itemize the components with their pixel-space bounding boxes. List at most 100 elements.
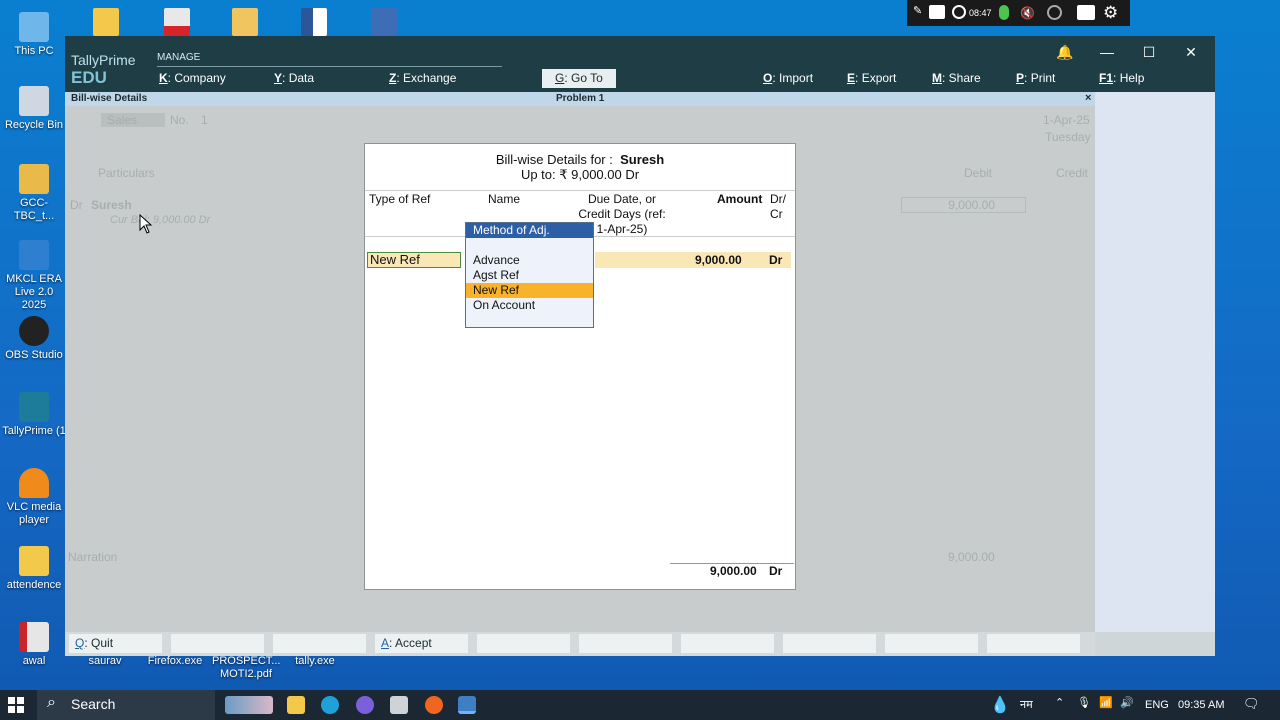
amount-header: Amount [717, 192, 763, 206]
menu-help[interactable]: F1: Help [1099, 71, 1144, 85]
option-on-account[interactable]: On Account [466, 298, 593, 313]
desktop-icon-label: This PC [14, 45, 54, 57]
close-screen-button[interactable]: × [1085, 92, 1091, 104]
desktop-icon-label: GCC-TBC_t... [13, 197, 55, 222]
voucher-background: Sales No. 1 1-Apr-25 Tuesday Particulars… [65, 106, 1095, 632]
taskbar-search-box[interactable]: ⌕ Search [37, 690, 215, 720]
camera-icon[interactable] [929, 5, 945, 19]
desktop-icon-label: OBS Studio [5, 349, 63, 361]
desktop-label-firefox[interactable]: Firefox.exe [142, 655, 208, 668]
desktop-icon-this-pc[interactable]: This PC [1, 12, 67, 58]
desktop-icon-recycle-bin[interactable]: Recycle Bin [1, 86, 67, 132]
remote-app-icon[interactable] [371, 8, 397, 36]
edge-browser-icon[interactable] [321, 696, 339, 714]
tally-taskbar-icon[interactable] [458, 696, 476, 714]
desktop-icon-tallyprime[interactable]: TallyPrime (1 [1, 392, 67, 438]
maximize-button[interactable]: ☐ [1139, 44, 1159, 60]
folder-icon[interactable] [93, 8, 119, 36]
empty-button [477, 634, 570, 653]
word-doc-icon[interactable] [301, 8, 327, 36]
option-new-ref[interactable]: New Ref [466, 283, 593, 298]
screen-title: Bill-wise Details [71, 93, 148, 104]
language-indicator[interactable]: ENG [1145, 699, 1169, 711]
microphone-icon[interactable] [999, 5, 1009, 20]
record-icon[interactable] [952, 5, 966, 19]
desktop-icon-attendence[interactable]: attendence [1, 546, 67, 592]
file-explorer-icon[interactable] [287, 696, 305, 714]
company-title: Problem 1 [556, 93, 605, 104]
empty-button [579, 634, 672, 653]
brand-edition: EDU [71, 68, 107, 87]
empty-button [681, 634, 774, 653]
recycle-bin-icon [19, 86, 49, 116]
quit-button[interactable]: Q: Quit [69, 634, 162, 653]
menu-share[interactable]: M: Share [932, 71, 981, 85]
desktop-icon-mkcl[interactable]: MKCL ERA Live 2.0 2025 [1, 240, 67, 312]
desktop-label-tally[interactable]: tally.exe [282, 655, 348, 668]
computer-icon [19, 12, 49, 42]
wifi-icon[interactable]: 📶 [1099, 696, 1113, 709]
voucher-no-label: No. [170, 113, 189, 127]
obs-icon [19, 316, 49, 346]
window-icon[interactable] [1077, 5, 1095, 20]
menu-company[interactable]: K: Company [159, 71, 226, 85]
volume-icon[interactable]: 🔊 [1120, 696, 1134, 709]
notification-bell-icon[interactable]: 🔔 [1055, 44, 1075, 60]
narration-label: Narration [68, 550, 118, 564]
copilot-icon[interactable] [356, 696, 374, 714]
desktop-icon-vlc[interactable]: VLC media player [1, 468, 67, 527]
drcr-header: Dr/ Cr [770, 192, 786, 221]
option-advance[interactable]: Advance [466, 253, 593, 268]
clock-time[interactable]: 09:35 AM [1178, 699, 1224, 711]
search-icon: ⌕ [47, 694, 56, 711]
settings-gear-icon[interactable]: ⚙ [1103, 3, 1118, 23]
minimize-button[interactable]: — [1097, 44, 1117, 60]
pdf-icon[interactable] [164, 8, 190, 36]
firefox-icon[interactable] [425, 696, 443, 714]
edit-icon[interactable]: ✎ [913, 4, 927, 20]
tallyprime-icon [19, 392, 49, 422]
accept-button[interactable]: A: Accept [375, 634, 468, 653]
popup-title: Method of Adj. [466, 223, 593, 238]
webcam-icon[interactable] [1047, 5, 1062, 20]
desktop-label-saurav[interactable]: saurav [72, 655, 138, 668]
party-name: Suresh [620, 152, 665, 167]
empty-button [273, 634, 366, 653]
menu-import[interactable]: O: Import [763, 71, 813, 85]
menu-goto[interactable]: G: Go To [542, 69, 616, 88]
printer-app-icon[interactable] [390, 696, 408, 714]
option-agst-ref[interactable]: Agst Ref [466, 268, 593, 283]
chevron-up-icon[interactable]: ⌃ [1055, 696, 1064, 709]
desktop-icon-label: awal [22, 655, 46, 667]
windows-start-icon[interactable] [8, 697, 24, 713]
desktop-icon-awal[interactable]: awal [1, 622, 67, 668]
microphone-tray-icon[interactable]: 🎙 [1077, 696, 1091, 709]
speaker-muted-icon[interactable]: 🔇 [1020, 6, 1035, 20]
notifications-icon[interactable]: 🗨 [1243, 696, 1260, 712]
close-window-button[interactable]: ✕ [1181, 44, 1201, 60]
desktop-icon-label: TallyPrime (1 [2, 425, 66, 437]
water-drop-icon[interactable]: 💧 [990, 695, 1010, 715]
search-highlight-icon[interactable] [225, 696, 273, 714]
desktop-label-prospect[interactable]: PROSPECT... MOTI2.pdf [212, 655, 280, 681]
menu-data[interactable]: Y: Data [274, 71, 314, 85]
total-drcr: Dr [769, 564, 783, 578]
menu-exchange[interactable]: Z: Exchange [389, 71, 456, 85]
type-of-ref-input[interactable]: New Ref [367, 252, 461, 268]
desktop-icon-gcc[interactable]: GCC-TBC_t... [1, 164, 67, 223]
voucher-type: Sales [101, 113, 166, 127]
menu-print[interactable]: P: Print [1016, 71, 1055, 85]
mouse-cursor-icon [139, 214, 153, 234]
desktop-icon-label: attendence [6, 579, 62, 591]
user-app-icon[interactable] [232, 8, 258, 36]
tally-title-bar: TallyPrime EDU MANAGE K: Company Y: Data… [65, 36, 1215, 92]
bill-drcr[interactable]: Dr [769, 253, 782, 267]
tally-window: TallyPrime EDU MANAGE K: Company Y: Data… [65, 36, 1215, 656]
desktop-icon-obs[interactable]: OBS Studio [1, 316, 67, 362]
menu-export[interactable]: E: Export [847, 71, 896, 85]
bill-amount[interactable]: 9,000.00 [695, 253, 742, 267]
input-language-hint[interactable]: नम [1020, 697, 1033, 712]
current-balance: Cur Bal: 9,000.00 Dr [110, 214, 211, 226]
header-divider [365, 190, 795, 191]
bill-row-highlight [595, 252, 791, 268]
